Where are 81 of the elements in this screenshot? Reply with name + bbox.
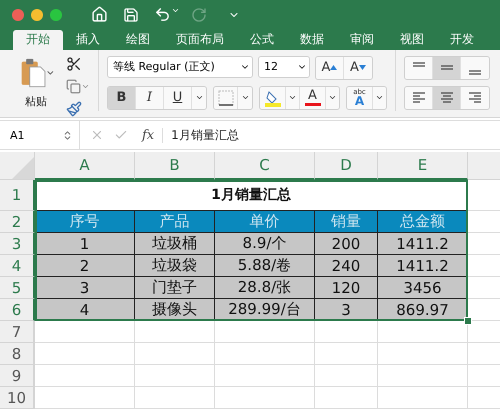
header-cell: 单价 (215, 211, 315, 233)
table-cell: 200 (315, 233, 378, 255)
row-header[interactable]: 10 (0, 387, 35, 409)
header-cell: 序号 (35, 211, 135, 233)
insert-function-button[interactable]: fx (128, 128, 164, 143)
name-box[interactable]: A1 (0, 121, 80, 149)
ribbon-tab[interactable]: 视图 (387, 30, 437, 50)
undo-icon[interactable] (154, 6, 180, 24)
borders-icon (218, 90, 234, 106)
column-header[interactable]: D (315, 152, 378, 180)
header-strip (468, 152, 500, 180)
header-cell: 总金额 (378, 211, 468, 233)
font-size-select[interactable]: 12 (258, 56, 310, 78)
ribbon-tab[interactable]: 开发 (437, 30, 487, 50)
row-header[interactable]: 2 (0, 211, 35, 233)
paint-bucket-icon (264, 88, 282, 107)
formula-content[interactable]: 1月销量汇总 (163, 126, 239, 144)
ribbon-tab[interactable]: 绘图 (113, 30, 163, 50)
table-cell: 289.99/台 (215, 299, 315, 321)
header-cell: 产品 (135, 211, 215, 233)
table-cell: 1411.2 (378, 255, 468, 277)
table-cell: 3 (35, 277, 135, 299)
font-name-select[interactable]: 等线 Regular (正文) (107, 56, 253, 78)
row-header[interactable]: 5 (0, 277, 35, 299)
row-header[interactable]: 1 (0, 180, 35, 211)
align-bottom-icon (469, 70, 481, 75)
row-header[interactable]: 6 (0, 299, 35, 321)
save-icon[interactable] (123, 6, 139, 23)
row-header[interactable]: 8 (0, 343, 35, 365)
bold-button[interactable]: B (108, 86, 136, 109)
table-cell: 摄像头 (135, 299, 215, 321)
table-cell: 2 (35, 255, 135, 277)
row-header[interactable]: 9 (0, 365, 35, 387)
triangle-up-icon (330, 65, 338, 70)
paste-button[interactable]: 粘贴 (10, 56, 62, 112)
grow-font-button[interactable]: A (316, 56, 344, 79)
table-cell: 5.88/卷 (215, 255, 315, 277)
row-header[interactable]: 7 (0, 321, 35, 343)
ribbon-tab[interactable]: 数据 (287, 30, 337, 50)
table-cell: 垃圾桶 (135, 233, 215, 255)
shrink-font-button[interactable]: A (344, 56, 372, 79)
align-top-icon (412, 62, 424, 67)
column-header[interactable]: B (135, 152, 215, 180)
column-header[interactable]: E (378, 152, 468, 180)
ribbon-tab[interactable]: 开始 (13, 30, 63, 50)
header-cell: 销量 (315, 211, 378, 233)
table-cell: 120 (315, 277, 378, 299)
table-cell: 垃圾袋 (135, 255, 215, 277)
underline-button[interactable]: U (164, 86, 192, 109)
table-cell: 8.9/个 (215, 233, 315, 255)
align-middle-button[interactable] (433, 56, 461, 79)
table-cell: 28.8/张 (215, 277, 315, 299)
table-cell: 3 (315, 299, 378, 321)
table-cell: 门垫子 (135, 277, 215, 299)
ribbon-tab[interactable]: 插入 (63, 30, 113, 50)
copy-icon[interactable] (66, 78, 90, 94)
home-icon[interactable] (91, 6, 108, 24)
cut-icon[interactable] (66, 56, 82, 72)
format-painter-icon[interactable] (66, 100, 82, 117)
align-center-icon (440, 92, 452, 104)
zoom-button[interactable] (50, 8, 62, 21)
table-cell: 240 (315, 255, 378, 277)
row-header[interactable]: 4 (0, 255, 35, 277)
ribbon-tab[interactable]: 页面布局 (163, 30, 237, 50)
minimize-button[interactable] (31, 8, 43, 21)
row-header[interactable]: 3 (0, 233, 35, 255)
italic-button[interactable]: I (136, 86, 164, 109)
table-cell: 1411.2 (378, 233, 468, 255)
align-center-button[interactable] (433, 86, 461, 109)
align-middle-icon (440, 65, 452, 70)
align-left-icon (412, 92, 424, 104)
ribbon-tab[interactable]: 审阅 (337, 30, 387, 50)
table-cell: 3456 (378, 277, 468, 299)
column-header[interactable]: A (35, 152, 135, 180)
triangle-down-icon (358, 65, 366, 70)
corner-triangle-icon (12, 157, 34, 179)
table-cell: 1 (35, 233, 135, 255)
align-right-icon (469, 92, 481, 104)
column-header[interactable]: C (215, 152, 315, 180)
ribbon-tab[interactable]: 公式 (237, 30, 287, 50)
fill-handle[interactable] (464, 317, 472, 325)
